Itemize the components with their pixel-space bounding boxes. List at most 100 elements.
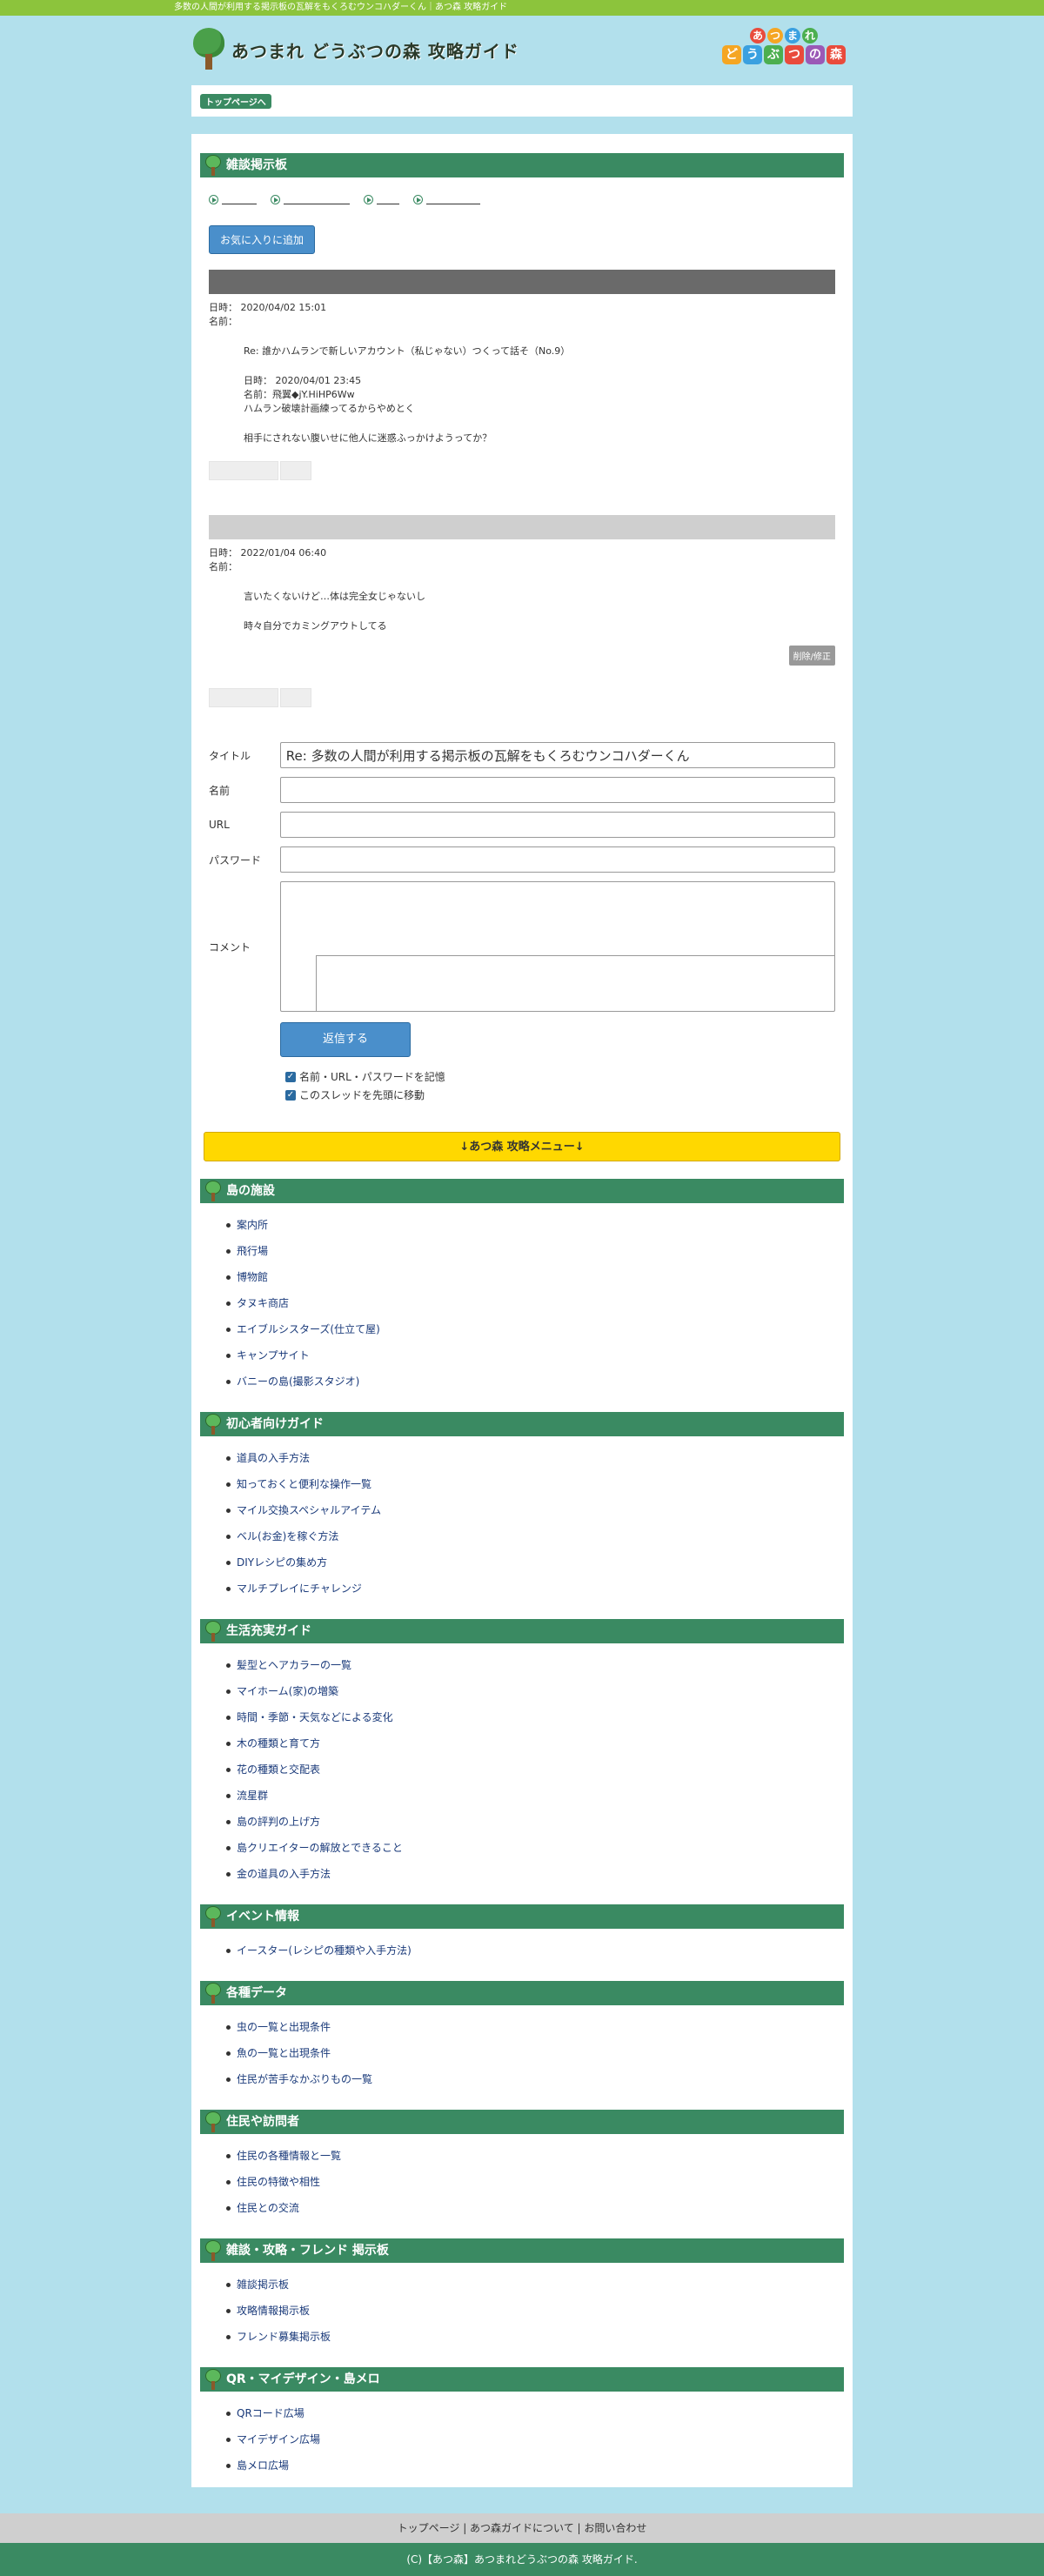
menu-link[interactable]: マイル交換スペシャルアイテム (226, 1497, 844, 1523)
post: 日時： 2020/04/02 15:01 名前： Re: 誰かハムランで新しいア… (209, 270, 835, 480)
menu-link[interactable]: 花の種類と交配表 (226, 1756, 844, 1783)
menu-list: イースター(レシピの種類や入手方法) (200, 1937, 844, 1964)
menu-link[interactable]: 島クリエイターの解放とできること (226, 1835, 844, 1861)
logo-char: あ (750, 28, 766, 43)
post-date: 2022/01/04 06:40 (240, 547, 327, 559)
menu-section-heading: 生活充実ガイド (200, 1619, 844, 1643)
logo-char: 森 (826, 45, 846, 64)
menu-link[interactable]: タヌキ商店 (226, 1290, 844, 1316)
site-header: あつまれ どうぶつの森 攻略ガイド あつまれ どうぶつの森 (191, 16, 853, 85)
tree-icon (205, 1181, 221, 1201)
post: 日時： 2022/01/04 06:40 名前： 言いたくないけど…体は完全女じ… (209, 515, 835, 707)
menu-link[interactable]: 知っておくと便利な操作一覧 (226, 1471, 844, 1497)
menu-section: 初心者向けガイド道具の入手方法 知っておくと便利な操作一覧 マイル交換スペシャルアイ… (200, 1412, 844, 1602)
arrow-circle-icon (271, 195, 280, 204)
menu-link[interactable]: 住民が苦手なかぶりもの一覧 (226, 2066, 844, 2092)
menu-link[interactable]: 島の評判の上げ方 (226, 1809, 844, 1835)
tree-icon (191, 28, 226, 71)
menu-link[interactable]: 住民との交流 (226, 2195, 844, 2221)
checkbox-checked-icon: ✓ (285, 1089, 296, 1101)
logo-char: う (743, 45, 762, 64)
remember-checkbox[interactable]: ✓ 名前・URL・パスワードを記憶 (285, 1069, 835, 1084)
menu-link[interactable]: 攻略情報掲示板 (226, 2298, 844, 2324)
menu-link[interactable]: 流星群 (226, 1783, 844, 1809)
nav-link-4[interactable] (413, 195, 480, 204)
top-banner: 多数の人間が利用する掲示板の瓦解をもくろむウンコハダーくん｜あつ森 攻略ガイド (0, 0, 1044, 16)
menu-link[interactable]: 島メロ広場 (226, 2452, 844, 2479)
logo-char: の (806, 45, 825, 64)
menu-link[interactable]: イースター(レシピの種類や入手方法) (226, 1937, 844, 1964)
thread-nav (200, 186, 844, 213)
menu-link[interactable]: 金の道具の入手方法 (226, 1861, 844, 1887)
logo-char: ま (785, 28, 800, 43)
menu-link[interactable]: マイデザイン広場 (226, 2426, 844, 2452)
nav-link-2[interactable] (271, 195, 350, 204)
delete-edit-button[interactable]: 削除/修正 (788, 646, 835, 666)
comment-textarea[interactable] (279, 881, 835, 1012)
menu-link[interactable]: 雑談掲示板 (226, 2272, 844, 2298)
menu-section: 住民や訪問者 住民の各種情報と一覧 住民の特徴や相性 住民との交流 (200, 2110, 844, 2221)
quote-title: Re: 誰かハムランで新しいアカウント（私じゃない）つくって話そ（No.9） (244, 345, 571, 357)
menu-link[interactable]: 飛行場 (226, 1238, 844, 1264)
menu-link[interactable]: ベル(お金)を稼ぐ方法 (226, 1523, 844, 1549)
logo-char: れ (802, 28, 818, 43)
menu-banner[interactable]: ↓あつ森 攻略メニュー↓ (204, 1132, 840, 1161)
top-page-link[interactable]: トップページへ (200, 94, 271, 109)
menu-link[interactable]: 虫の一覧と出現条件 (226, 2014, 844, 2040)
arrow-circle-icon (364, 195, 373, 204)
post-title-bar (209, 270, 835, 294)
password-input[interactable] (279, 846, 835, 873)
menu-section-heading: 初心者向けガイド (200, 1412, 844, 1436)
menu-link[interactable]: 魚の一覧と出現条件 (226, 2040, 844, 2066)
top-banner-text: 多数の人間が利用する掲示板の瓦解をもくろむウンコハダーくん｜あつ森 攻略ガイド (174, 3, 508, 12)
menu-section-heading: 各種データ (200, 1981, 844, 2005)
menu-link[interactable]: 木の種類と育て方 (226, 1730, 844, 1756)
title-input[interactable]: Re: 多数の人間が利用する掲示板の瓦解をもくろむウンコハダーくん (279, 742, 835, 768)
post-title-bar (209, 515, 835, 539)
move-top-checkbox[interactable]: ✓ このスレッドを先頭に移動 (285, 1087, 835, 1102)
post-meta: 日時： 2022/01/04 06:40 名前： (209, 547, 327, 572)
tree-icon (205, 1621, 221, 1642)
tree-icon (205, 155, 221, 176)
menu-section: 生活充実ガイド髪型とヘアカラーの一覧 マイホーム(家)の増築 時間・季節・天気などに… (200, 1619, 844, 1887)
footer-links[interactable]: トップページ | あつ森ガイドについて | お問い合わせ (0, 2513, 1044, 2543)
post-date: 2020/04/02 15:01 (240, 302, 327, 313)
menu-link[interactable]: 住民の各種情報と一覧 (226, 2143, 844, 2169)
site-logo-link[interactable]: あつまれ どうぶつの森 攻略ガイド (191, 28, 519, 71)
site-title: あつまれ どうぶつの森 攻略ガイド (231, 40, 519, 62)
nav-link-1[interactable] (209, 195, 257, 204)
nav-link-3[interactable] (364, 195, 399, 204)
action-box[interactable] (280, 688, 311, 707)
menu-list: 道具の入手方法 知っておくと便利な操作一覧 マイル交換スペシャルアイテム ベル(お金)… (200, 1445, 844, 1602)
menu-link[interactable]: フレンド募集掲示板 (226, 2324, 844, 2350)
menu-link[interactable]: 博物館 (226, 1264, 844, 1290)
menu-link[interactable]: キャンプサイト (226, 1342, 844, 1368)
menu-link[interactable]: 時間・季節・天気などによる変化 (226, 1704, 844, 1730)
menu-link[interactable]: マイホーム(家)の増築 (226, 1678, 844, 1704)
menu-list: 虫の一覧と出現条件 魚の一覧と出現条件 住民が苦手なかぶりもの一覧 (200, 2014, 844, 2092)
tree-icon (205, 2111, 221, 2132)
menu-link[interactable]: QRコード広場 (226, 2400, 844, 2426)
url-input[interactable] (279, 812, 835, 838)
post-body: Re: 誰かハムランで新しいアカウント（私じゃない）つくって話そ（No.9） 日… (209, 329, 835, 445)
menu-link[interactable]: 案内所 (226, 1212, 844, 1238)
menu-link[interactable]: DIYレシピの集め方 (226, 1549, 844, 1576)
menu-link[interactable]: 道具の入手方法 (226, 1445, 844, 1471)
action-box[interactable] (209, 688, 278, 707)
reply-submit-button[interactable]: 返信する (280, 1022, 411, 1057)
action-box[interactable] (280, 461, 311, 480)
quoted-post: 日時： 2020/04/01 23:45 名前：飛翼◆jY.HiHP6Ww ハム… (244, 375, 415, 414)
post-line: 言いたくないけど…体は完全女じゃないし (244, 591, 425, 602)
add-favorite-button[interactable]: お気に入りに追加 (209, 225, 316, 254)
menu-section-heading: 島の施設 (200, 1179, 844, 1203)
menu-link[interactable]: 住民の特徴や相性 (226, 2169, 844, 2195)
name-input[interactable] (279, 777, 835, 803)
menu-link[interactable]: マルチプレイにチャレンジ (226, 1576, 844, 1602)
menu-link[interactable]: エイブルシスターズ(仕立て屋) (226, 1316, 844, 1342)
action-box[interactable] (209, 461, 278, 480)
board-heading: 雑談掲示板 (200, 153, 844, 177)
arrow-circle-icon (413, 195, 423, 204)
menu-link[interactable]: バニーの島(撮影スタジオ) (226, 1368, 844, 1395)
menu-link[interactable]: 髪型とヘアカラーの一覧 (226, 1652, 844, 1678)
name-label: 名前 (209, 784, 231, 797)
